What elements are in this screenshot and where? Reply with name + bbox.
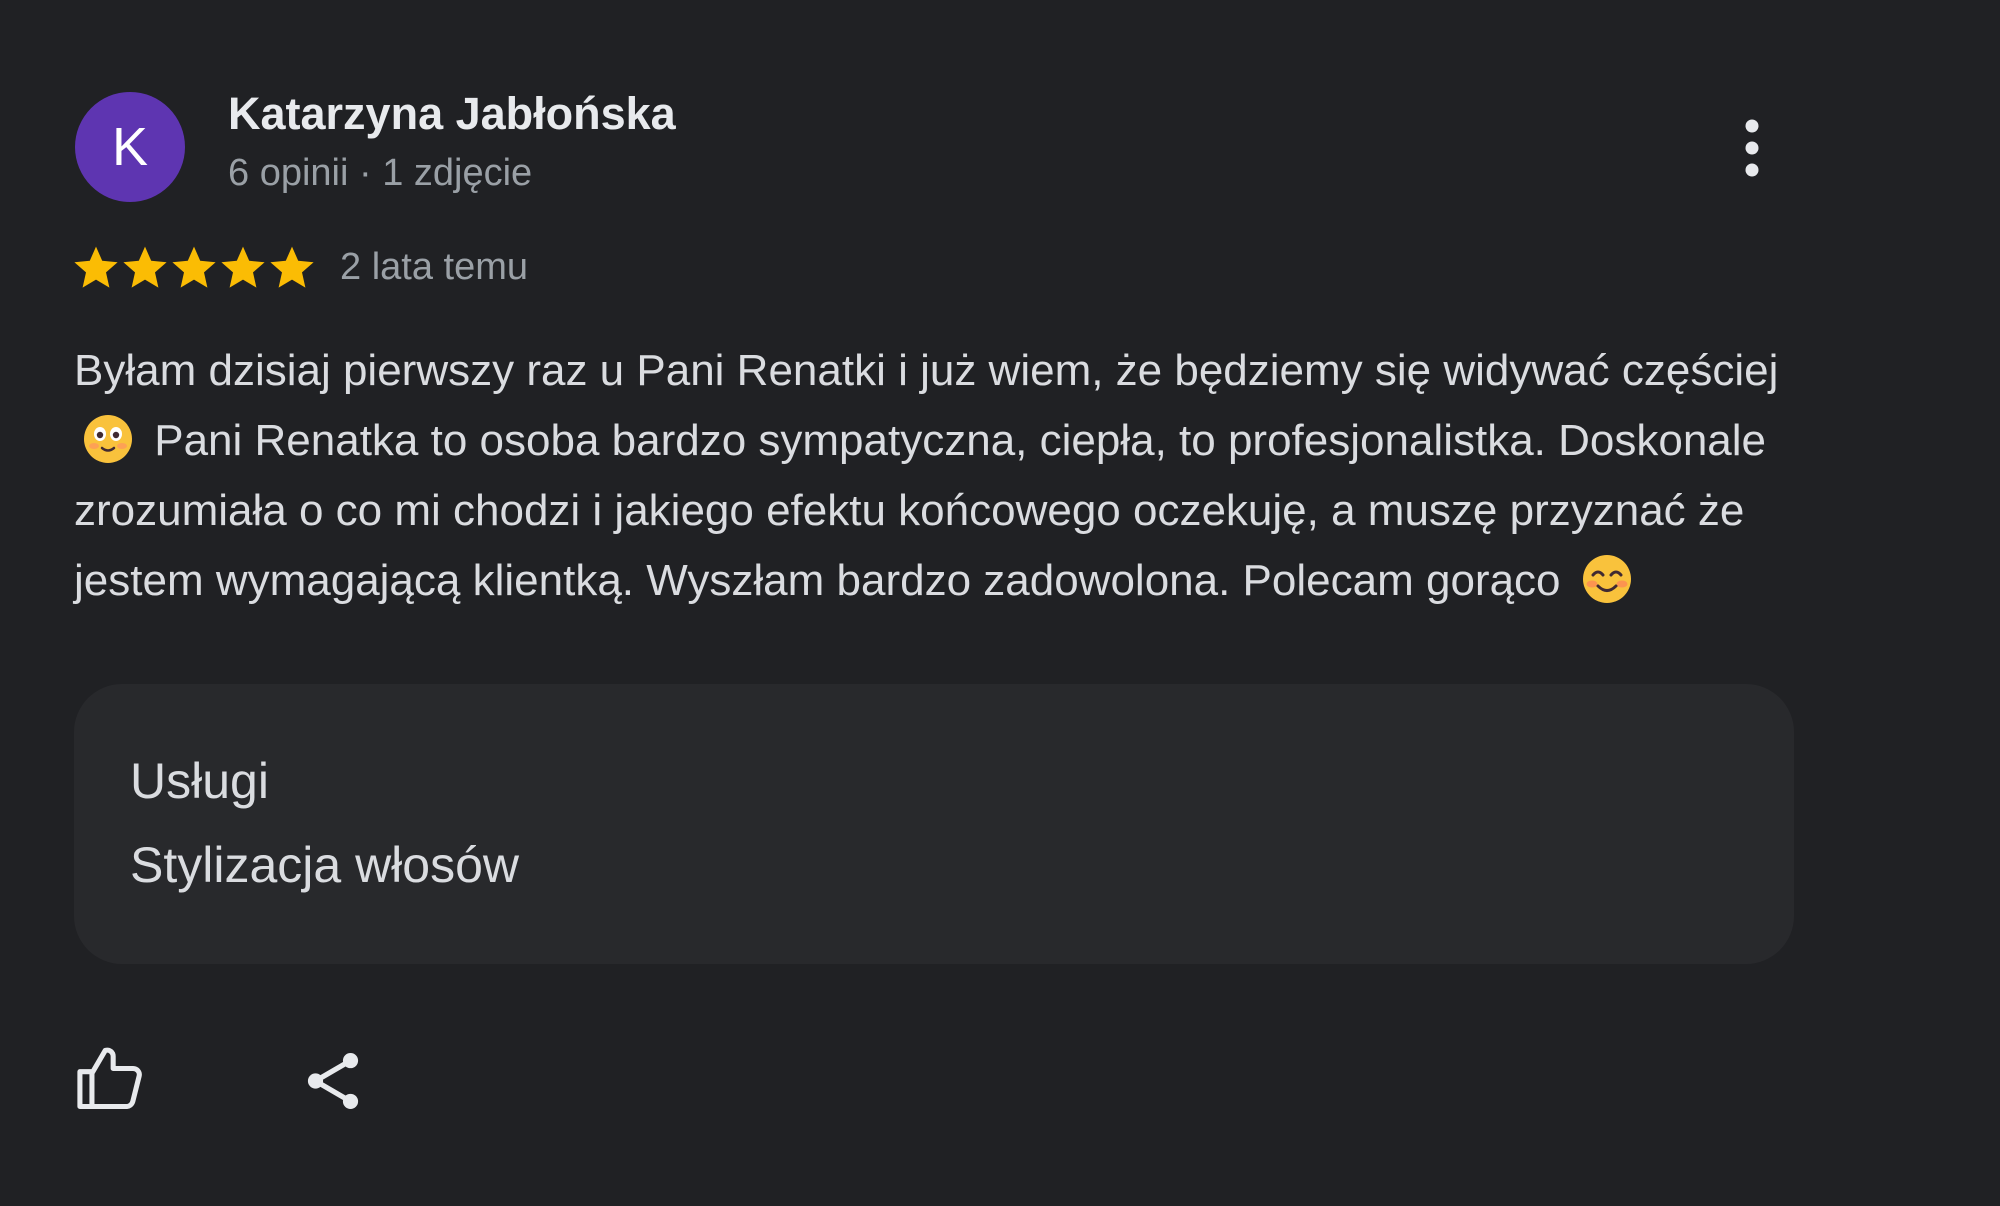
review-text-part2: Pani Renatka to osoba bardzo sympatyczna…: [74, 416, 1767, 605]
star-icon: [221, 246, 265, 288]
review-text-part1: Byłam dzisiaj pierwszy raz u Pani Renatk…: [74, 346, 1779, 395]
star-icon: [270, 246, 314, 288]
services-value: Stylizacja włosów: [130, 837, 520, 893]
share-button[interactable]: [298, 1046, 368, 1116]
avatar[interactable]: K: [75, 92, 185, 202]
like-button[interactable]: [72, 1040, 148, 1116]
review-date: 2 lata temu: [340, 246, 528, 288]
author-name[interactable]: Katarzyna Jabłońska: [228, 88, 676, 140]
star-icon: [123, 246, 167, 288]
author-meta: 6 opinii · 1 zdjęcie: [228, 152, 533, 194]
more-vert-icon: [1745, 119, 1759, 177]
services-label: Usługi: [130, 753, 269, 809]
smiling-face-emoji: [84, 415, 132, 463]
review-card: K Katarzyna Jabłońska 6 opinii · 1 zdjęc…: [0, 0, 2000, 1206]
share-icon: [307, 1053, 359, 1109]
more-options-button[interactable]: [1720, 108, 1784, 188]
smiling-face-with-smiling-eyes-emoji: [1582, 555, 1631, 603]
review-text: Byłam dzisiaj pierwszy raz u Pani Renatk…: [74, 336, 1834, 616]
services-box: Usługi Stylizacja włosów: [74, 684, 1794, 964]
star-icon: [74, 246, 118, 288]
thumbs-up-icon: [77, 1047, 142, 1110]
star-icon: [172, 246, 216, 288]
star-rating: [72, 243, 316, 291]
